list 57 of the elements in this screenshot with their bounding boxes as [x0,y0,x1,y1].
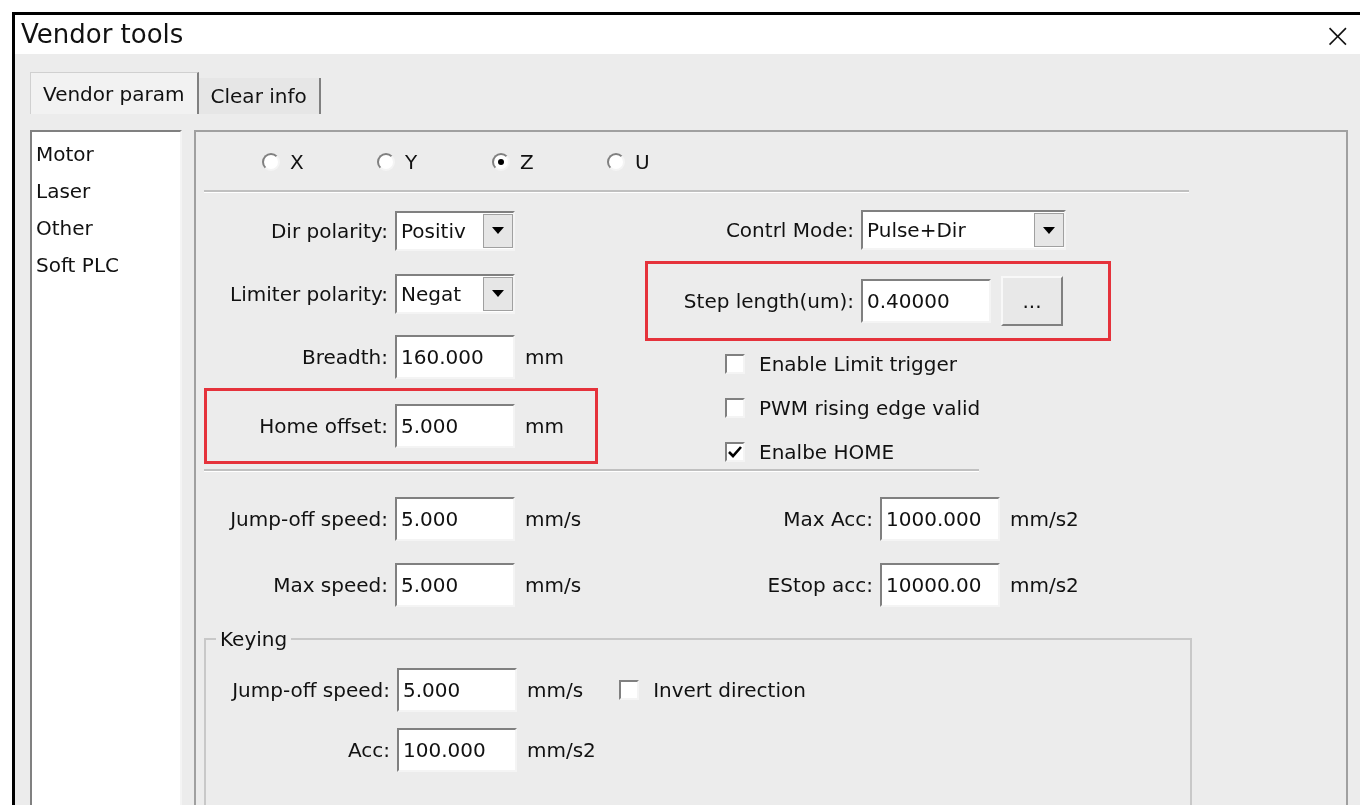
field-label: Jump-off speed: [228,506,389,533]
input-field[interactable]: 1000.000 [880,497,1000,541]
checkbox[interactable] [619,680,640,700]
dropdown[interactable]: Negat [395,273,515,314]
radio-label: U [635,149,650,176]
field-label: Limiter polarity: [229,280,389,308]
category-item[interactable]: Motor [36,136,180,173]
input-field[interactable]: 5.000 [395,563,515,607]
checkbox[interactable] [725,354,745,374]
field-label: Max Acc: [782,506,874,533]
dropdown[interactable]: Positiv [395,210,515,251]
category-item[interactable]: Laser [36,173,180,210]
unit-label: mm/s2 [1010,572,1079,599]
category-item[interactable]: Other [36,210,180,247]
checkbox-label: Enable Limit trigger [759,351,957,378]
radio-button[interactable] [377,153,395,171]
input-field[interactable]: 160.000 [395,334,515,379]
close-button[interactable]: × [1323,17,1352,52]
tab[interactable]: Vendor param [30,72,199,114]
field-label: Breadth: [301,343,389,371]
input-field[interactable]: 5.000 [395,404,515,448]
checkbox-label: PWM rising edge valid [759,395,981,422]
input-field[interactable]: 10000.00 [880,563,1000,607]
input-field[interactable]: 100.000 [397,728,517,772]
checkbox-label: Enalbe HOME [759,439,895,466]
category-item[interactable]: Soft PLC [36,247,180,284]
tab[interactable]: Clear info [198,78,321,114]
checkbox-label: Invert direction [653,677,806,704]
unit-label: mm/s2 [527,737,596,764]
field-label: Step length(um): [682,288,855,315]
field-label: Max speed: [272,572,389,599]
unit-label: mm [525,343,564,371]
radio-button[interactable] [492,153,510,171]
unit-label: mm/s2 [1010,506,1079,533]
unit-label: mm/s [525,506,582,533]
input-field[interactable]: 5.000 [395,497,515,541]
radio-label: Y [405,149,418,176]
unit-label: mm [525,413,564,440]
input-field[interactable]: 0.40000 [861,279,991,323]
field-label: EStop acc: [766,572,874,599]
dropdown[interactable]: Pulse+Dir [861,210,1066,250]
window-title: Vendor tools [21,18,184,51]
field-label: Contrl Mode: [724,217,855,244]
field-label: Home offset: [258,413,389,440]
checkbox[interactable] [725,398,745,418]
browse-button[interactable]: ... [1001,276,1063,326]
radio-label: Z [520,149,534,176]
unit-label: mm/s [527,677,584,704]
radio-button[interactable] [607,153,625,171]
unit-label: mm/s [525,572,582,599]
radio-label: X [290,149,304,176]
field-label: Dir polarity: [269,217,389,245]
field-label: Acc: [346,737,391,764]
checkbox[interactable] [725,442,745,462]
field-label: Jump-off speed: [230,677,391,704]
input-field[interactable]: 5.000 [397,668,517,712]
radio-button[interactable] [262,153,280,171]
